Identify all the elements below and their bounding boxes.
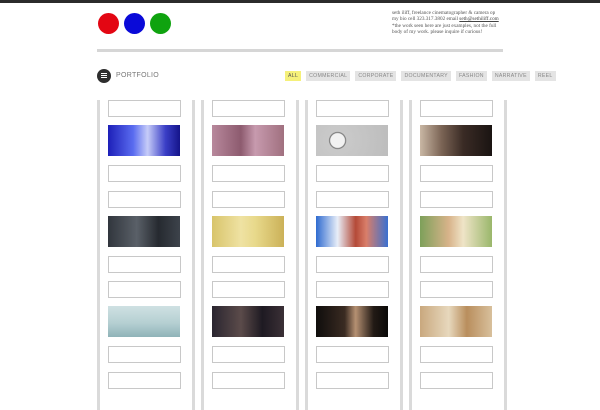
red-circle-button[interactable] [98, 13, 119, 34]
item-caption-box-top [316, 191, 389, 208]
item-caption-box-bottom [108, 346, 181, 363]
green-circle-button[interactable] [150, 13, 171, 34]
item-caption-box-top [108, 372, 181, 389]
filter-reel[interactable]: REEL [534, 71, 556, 81]
bio-line-4: body of my work. please inquire if curio… [392, 29, 483, 36]
column-left-bar [305, 100, 308, 410]
filter-all[interactable]: ALL [285, 71, 302, 81]
thumb-man-lawn[interactable] [420, 216, 492, 247]
blue-circle-button[interactable] [124, 13, 145, 34]
item-caption-box-top [108, 100, 181, 117]
filter-corporate[interactable]: CORPORATE [355, 71, 397, 81]
item-caption-box-top [420, 372, 493, 389]
thumb-man-sunglasses[interactable] [316, 216, 388, 247]
item-caption-box-bottom [316, 346, 389, 363]
item-caption-box-top [420, 191, 493, 208]
column-right-bar [192, 100, 195, 410]
item-caption-box-bottom [108, 256, 181, 273]
grid-column [305, 100, 403, 410]
filter-documentary[interactable]: DOCUMENTARY [401, 71, 451, 81]
filter-bar: ALL COMMERCIAL CORPORATE DOCUMENTARY FASHION… [285, 71, 556, 81]
item-caption-box-bottom [420, 346, 493, 363]
item-caption-box-bottom [420, 256, 493, 273]
bio-text: seth iliff, freelance cinematographer & … [392, 10, 504, 36]
column-left-bar [201, 100, 204, 410]
filter-narrative[interactable]: NARRATIVE [491, 71, 530, 81]
thumb-woman-dark[interactable] [420, 125, 492, 156]
thumb-wall-clock[interactable] [316, 125, 388, 156]
item-caption-box-top [420, 281, 493, 298]
bio-contact-text: my bio cell 323.317.3802 email [392, 16, 460, 23]
thumb-helicopter[interactable] [108, 306, 180, 337]
item-caption-box-top [420, 100, 493, 117]
portfolio-title: PORTFOLIO [116, 72, 160, 79]
item-caption-box-bottom [212, 346, 285, 363]
portfolio-list-icon [97, 69, 111, 83]
item-caption-box-top [108, 281, 181, 298]
grid-column [409, 100, 507, 410]
thumb-pink-portrait[interactable] [212, 125, 284, 156]
column-right-bar [296, 100, 299, 410]
item-caption-box-top [316, 100, 389, 117]
item-caption-box-bottom [108, 165, 181, 182]
column-right-bar [400, 100, 403, 410]
item-caption-box-top [316, 372, 389, 389]
item-caption-box-bottom [316, 256, 389, 273]
item-caption-box-bottom [316, 165, 389, 182]
item-caption-box-bottom [420, 165, 493, 182]
column-left-bar [97, 100, 100, 410]
bio-line-2: my bio cell 323.317.3802 email seth@seth… [392, 16, 504, 22]
item-caption-box-bottom [212, 165, 285, 182]
filter-commercial[interactable]: COMMERCIAL [306, 71, 351, 81]
filter-fashion[interactable]: FASHION [455, 71, 487, 81]
column-left-bar [409, 100, 412, 410]
thumb-blonde-woman[interactable] [420, 306, 492, 337]
header-divider [97, 49, 503, 52]
item-caption-box-top [316, 281, 389, 298]
item-caption-box-bottom [212, 256, 285, 273]
thumb-woman-portrait[interactable] [212, 306, 284, 337]
grid-column [97, 100, 195, 410]
item-caption-box-top [212, 281, 285, 298]
item-caption-box-top [108, 191, 181, 208]
thumb-yellow-car[interactable] [212, 216, 284, 247]
top-border [0, 0, 600, 3]
thumb-blue-figure[interactable] [108, 125, 180, 156]
item-caption-box-top [212, 191, 285, 208]
thumb-hands-dark[interactable] [316, 306, 388, 337]
item-caption-box-top [212, 100, 285, 117]
grid-column [201, 100, 299, 410]
column-right-bar [504, 100, 507, 410]
thumb-couple-bed[interactable] [108, 216, 180, 247]
item-caption-box-top [212, 372, 285, 389]
email-link[interactable]: seth@sethiliff.com [459, 16, 498, 22]
